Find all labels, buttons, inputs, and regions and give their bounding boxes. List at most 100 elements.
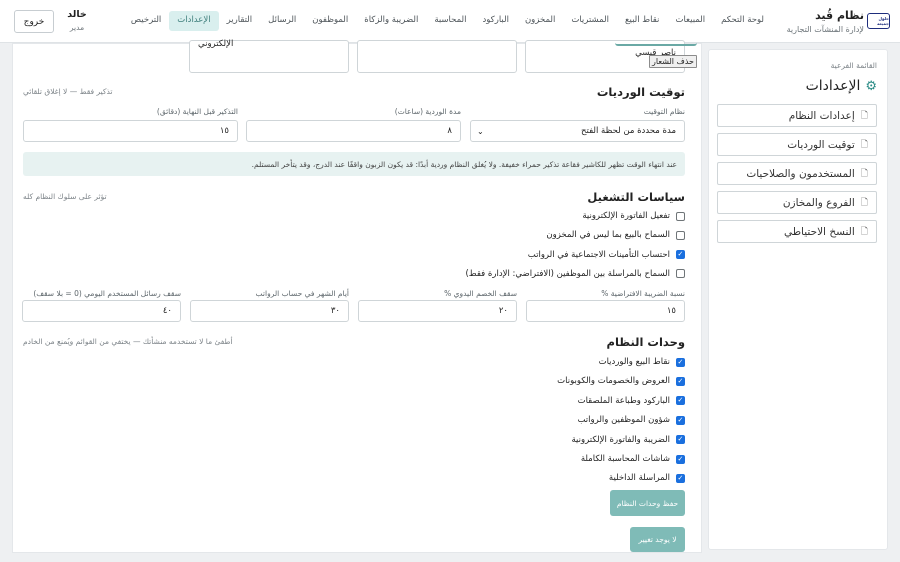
sidebar-item-branches-warehouses[interactable]: 🗋 الفروع والمخازن [717, 191, 877, 214]
module-checkbox-label: شؤون الموظفين والرواتب [577, 415, 670, 426]
discount-cap-value: ٢٠ [498, 306, 508, 316]
document-icon: 🗋 [860, 110, 868, 121]
policy-checkbox-row[interactable]: السماح بالمراسلة بين الموظفين (الافتراضي… [465, 269, 685, 279]
policy-checkbox-label: احتساب التأمينات الاجتماعية في الرواتب [527, 249, 670, 260]
message-cap-value: ٤٠ [162, 306, 172, 316]
reminder-input[interactable]: ١٥ [23, 120, 238, 142]
brand: نظام قُيد لإدارة المنشآت التجارية [787, 9, 864, 34]
nav-item[interactable]: نقاط البيع [617, 11, 667, 31]
settings-main-panel: ناصر قيسي الإلكتروني حذف الشعار توقيت ال… [12, 39, 702, 553]
sidebar-item-label: توقيت الورديات [787, 138, 855, 151]
duration-label: مدة الوردية (ساعات) [394, 107, 461, 116]
policy-checkbox-row[interactable]: احتساب التأمينات الاجتماعية في الرواتب [528, 250, 685, 260]
sidebar-item-label: المستخدمون والصلاحيات [746, 167, 855, 180]
modules-section-title: وحدات النظام [606, 335, 685, 349]
no-change-button[interactable]: لا يوجد تغيير [630, 527, 685, 552]
sidebar-title: ⚙ الإعدادات [806, 78, 877, 94]
module-checkbox-row[interactable]: الباركود وطباعة الملصقات [578, 396, 685, 406]
user-info: خالد مدير [62, 9, 92, 32]
discount-cap-input[interactable]: ٢٠ [358, 300, 517, 322]
nav-item[interactable]: الضريبة والزكاة [356, 11, 426, 31]
nav-item[interactable]: المشتريات [563, 11, 617, 31]
module-checkbox-row[interactable]: نقاط البيع والورديات [599, 357, 685, 367]
nav-item[interactable]: المبيعات [667, 11, 713, 31]
discount-cap-label: سقف الخصم اليدوي % [444, 289, 517, 298]
module-checkbox-row[interactable]: شاشات المحاسبة الكاملة [581, 454, 685, 464]
nav-item[interactable]: الترخيص [123, 11, 169, 31]
logo-upload-edge [615, 38, 697, 46]
sidebar: القائمة الفرعية ⚙ الإعدادات 🗋 إعدادات الن… [708, 49, 888, 550]
sidebar-item-shift-timing[interactable]: 🗋 توقيت الورديات [717, 133, 877, 156]
shifts-section-title: توقيت الورديات [596, 85, 685, 99]
reminder-label: التذكير قبل النهاية (دقائق) [156, 107, 238, 116]
nav-item[interactable]: التقارير [219, 11, 261, 31]
nav-item[interactable]: الرسائل [260, 11, 304, 31]
policy-checkbox-label: تفعيل الفاتورة الإلكترونية [582, 211, 670, 221]
module-checkbox-label: المراسلة الداخلية [608, 473, 670, 484]
module-checkbox[interactable] [676, 376, 685, 386]
module-checkbox[interactable] [676, 396, 685, 406]
tax-rate-label: نسبة الضريبة الافتراضية % [601, 289, 685, 298]
textarea-value: الإلكتروني [198, 39, 234, 49]
payroll-days-input[interactable]: ٣٠ [190, 300, 349, 322]
module-checkbox-row[interactable]: شؤون الموظفين والرواتب [577, 415, 685, 425]
shifts-hint: تذكير فقط — لا إغلاق تلقائي [23, 87, 113, 96]
policy-checkbox-row[interactable]: تفعيل الفاتورة الإلكترونية [582, 211, 685, 221]
sidebar-item-label: النسخ الاحتياطي [783, 225, 855, 238]
module-checkbox[interactable] [676, 415, 685, 425]
module-checkbox-label: الضريبة والفاتورة الإلكترونية [571, 434, 670, 445]
module-checkbox[interactable] [676, 473, 685, 483]
payroll-days-value: ٣٠ [330, 306, 340, 316]
textarea-middle[interactable] [357, 40, 517, 73]
nav-item[interactable]: المخزون [517, 11, 563, 31]
module-checkbox-row[interactable]: الضريبة والفاتورة الإلكترونية [571, 435, 685, 445]
sidebar-title-text: الإعدادات [805, 78, 861, 94]
delete-logo-button[interactable]: حذف الشعار [649, 55, 697, 68]
user-role: مدير [69, 23, 85, 32]
module-checkbox[interactable] [676, 357, 685, 367]
nav-item[interactable]: الباركود [475, 11, 517, 31]
nav-item[interactable]: المحاسبة [426, 11, 474, 31]
message-cap-input[interactable]: ٤٠ [22, 300, 181, 322]
tax-rate-input[interactable]: ١٥ [526, 300, 685, 322]
policy-checkbox[interactable] [676, 230, 685, 240]
chevron-down-icon: ⌄ [477, 126, 484, 136]
brand-subtitle: لإدارة المنشآت التجارية [786, 25, 864, 34]
gear-icon: ⚙ [865, 78, 877, 94]
duration-input[interactable]: ٨ [246, 120, 461, 142]
logout-button[interactable]: خروج [14, 10, 54, 33]
module-checkbox[interactable] [676, 454, 685, 464]
sidebar-item-system-settings[interactable]: 🗋 إعدادات النظام [717, 104, 877, 127]
document-icon: 🗋 [860, 168, 868, 179]
payroll-days-label: أيام الشهر في حساب الرواتب [255, 289, 349, 298]
timing-select[interactable]: مدة محددة من لحظة الفتح ⌄ [470, 120, 685, 142]
module-checkbox[interactable] [676, 435, 685, 445]
textarea-left[interactable]: الإلكتروني [189, 39, 349, 73]
nav-item[interactable]: الموظفون [304, 11, 356, 31]
top-navbar: حلول جميعة نظام قُيد لإدارة المنشآت التج… [0, 0, 900, 43]
policies-hint: تؤثر على سلوك النظام كله [23, 192, 107, 201]
message-cap-label: سقف رسائل المستخدم اليومي (0 = بلا سقف) [33, 289, 181, 298]
nav-item[interactable]: الإعدادات [169, 11, 219, 31]
document-icon: 🗋 [860, 197, 868, 208]
policy-checkbox-row[interactable]: السماح بالبيع بما ليس في المخزون [546, 230, 685, 240]
policy-checkbox[interactable] [676, 211, 685, 221]
document-icon: 🗋 [860, 226, 868, 237]
module-checkbox-row[interactable]: المراسلة الداخلية [609, 473, 685, 483]
reminder-value: ١٥ [219, 126, 229, 136]
policies-section-title: سياسات التشغيل [587, 190, 685, 204]
shifts-info-box: عند انتهاء الوقت تظهر للكاشير فقاعة تذكي… [23, 152, 685, 176]
sidebar-item-backup[interactable]: 🗋 النسخ الاحتياطي [717, 220, 877, 243]
nav-item[interactable]: لوحة التحكم [713, 11, 772, 31]
timing-select-value: مدة محددة من لحظة الفتح [581, 126, 676, 136]
document-icon: 🗋 [860, 139, 868, 150]
sidebar-item-label: الفروع والمخازن [782, 196, 855, 209]
save-modules-button[interactable]: حفظ وحدات النظام [610, 490, 685, 516]
policy-checkbox[interactable] [676, 269, 685, 279]
policy-checkbox-label: السماح بالمراسلة بين الموظفين (الافتراضي… [465, 268, 670, 279]
sidebar-item-users-permissions[interactable]: 🗋 المستخدمون والصلاحيات [717, 162, 877, 185]
module-checkbox-row[interactable]: العروض والخصومات والكوبونات [557, 376, 685, 386]
timing-label: نظام التوقيت [643, 107, 685, 116]
policy-checkbox[interactable] [676, 250, 685, 260]
module-checkbox-label: الباركود وطباعة الملصقات [577, 395, 670, 406]
